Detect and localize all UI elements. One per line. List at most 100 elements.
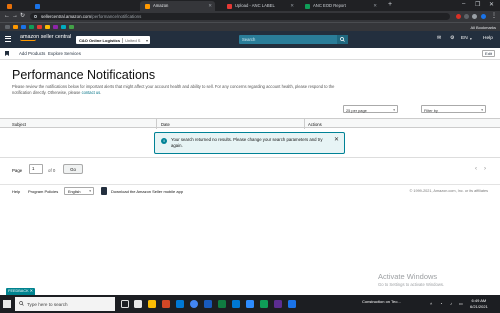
filter-by-select[interactable]: Filter by ▾: [421, 105, 486, 113]
extension-icon[interactable]: [456, 14, 461, 19]
account-switcher[interactable]: C&O Online Logistics United S ▾: [76, 36, 150, 44]
description-text: Please review the notifications below fo…: [12, 84, 335, 95]
profile-avatar-icon[interactable]: [481, 14, 486, 19]
search-box[interactable]: Search: [239, 35, 348, 44]
edge-icon[interactable]: [176, 300, 184, 308]
hamburger-menu-icon[interactable]: [5, 36, 11, 42]
url-path: /performance/notifications: [91, 14, 142, 19]
nav-add-products[interactable]: Add Products: [19, 51, 45, 56]
browser-menu-icon[interactable]: ⋮: [491, 13, 497, 20]
weather-news-widget[interactable]: Construction on Teo...: [362, 299, 401, 304]
close-tab-icon[interactable]: ✕: [373, 3, 377, 9]
bookmark-icon[interactable]: [5, 51, 9, 56]
app-icon[interactable]: [288, 300, 296, 308]
filter-by-value: Filter by: [424, 107, 438, 113]
all-bookmarks-link[interactable]: All Bookmarks: [470, 25, 496, 30]
mobile-app-icon[interactable]: [101, 187, 107, 195]
extension-icon[interactable]: [472, 14, 477, 19]
page-number-input[interactable]: 1: [29, 164, 43, 174]
bookmark-icon[interactable]: [61, 25, 66, 29]
taskbar-clock[interactable]: 6:49 AM 6/21/2021: [470, 298, 488, 309]
browser-tab-active[interactable]: Amazon ✕: [140, 1, 215, 11]
program-policies-link[interactable]: Program Policies: [28, 189, 58, 194]
bookmark-icon[interactable]: [45, 25, 50, 29]
mobile-app-link[interactable]: Download the Amazon Seller mobile app: [111, 189, 183, 194]
chrome-icon[interactable]: [190, 300, 198, 308]
new-tab-icon[interactable]: +: [388, 1, 392, 8]
go-button[interactable]: Go: [63, 164, 83, 174]
bookmark-icon[interactable]: [29, 25, 34, 29]
language-selector[interactable]: EN: [461, 36, 468, 41]
office-icon[interactable]: [162, 300, 170, 308]
zoom-icon[interactable]: [246, 300, 254, 308]
close-window-icon[interactable]: ✕: [489, 1, 494, 8]
bookmark-icon[interactable]: [37, 25, 42, 29]
close-tab-icon[interactable]: ✕: [290, 3, 294, 9]
taskbar-search[interactable]: Type here to search: [15, 297, 115, 311]
restore-icon[interactable]: ❐: [475, 1, 480, 8]
close-tab-icon[interactable]: ✕: [208, 3, 212, 9]
browser-tab[interactable]: Upload - ANC LABEL ✕: [222, 1, 297, 11]
watermark-subtitle: Go to Settings to activate Windows.: [378, 282, 445, 287]
logo-sub-text: seller central: [40, 34, 72, 40]
no-results-alert: i Your search returned no results. Pleas…: [154, 132, 345, 154]
excel-icon[interactable]: [218, 300, 226, 308]
footer-language-select[interactable]: English ▾: [64, 187, 94, 195]
feedback-tab[interactable]: FEEDBACK ✕: [6, 288, 35, 295]
forward-icon[interactable]: →: [12, 13, 18, 20]
account-name: C&O Online Logistics: [79, 37, 121, 43]
search-icon: [340, 37, 345, 42]
battery-icon[interactable]: ▭: [459, 301, 463, 306]
column-actions: Actions: [308, 121, 322, 127]
taskbar-search-input[interactable]: Type here to search: [27, 302, 68, 307]
extension-icon[interactable]: [464, 14, 469, 19]
column-subject[interactable]: Subject: [12, 122, 26, 127]
edit-button[interactable]: Edit: [482, 50, 495, 57]
browser-tab[interactable]: [30, 1, 56, 11]
contact-us-link[interactable]: contact us: [82, 90, 101, 95]
tab-favicon-icon: [7, 4, 12, 9]
browser-tab[interactable]: ANC EOD Report ✕: [300, 1, 380, 11]
alert-message: Your search returned no results. Please …: [171, 137, 323, 148]
prev-page-icon[interactable]: ‹: [475, 166, 477, 172]
bookmark-icon[interactable]: [13, 25, 18, 29]
clock-time: 6:49 AM: [471, 298, 487, 303]
per-page-select[interactable]: 25 per page ▾: [343, 105, 398, 113]
close-icon[interactable]: ✕: [334, 136, 339, 143]
seller-central-logo[interactable]: amazon seller central: [20, 34, 71, 41]
apps-bookmark-icon[interactable]: [5, 25, 10, 29]
task-view-icon[interactable]: [121, 300, 129, 308]
nav-explore-services[interactable]: Explore Services: [48, 51, 81, 56]
browser-tab[interactable]: [2, 1, 28, 11]
bookmark-icon[interactable]: [53, 25, 58, 29]
mail-icon[interactable]: ✉: [437, 36, 441, 41]
network-icon[interactable]: ◔: [440, 301, 442, 306]
app-icon[interactable]: [274, 300, 282, 308]
gear-icon[interactable]: ⚙: [450, 36, 454, 41]
url-field[interactable]: sellercentral.amazon.com/performance/not…: [30, 13, 450, 20]
next-page-icon[interactable]: ›: [484, 166, 486, 172]
amazon-favicon-icon: [145, 4, 150, 9]
sub-navigation: Add Products Explore Services Edit: [0, 48, 500, 60]
search-input[interactable]: Search: [242, 37, 255, 42]
file-explorer-icon[interactable]: [148, 300, 156, 308]
bookmark-icon[interactable]: [21, 25, 26, 29]
column-date[interactable]: Date: [161, 122, 170, 127]
footer-help-link[interactable]: Help: [12, 189, 20, 194]
app-icon[interactable]: [134, 300, 142, 308]
back-icon[interactable]: ←: [4, 13, 10, 20]
search-button[interactable]: [337, 35, 348, 44]
bookmark-icon[interactable]: [69, 25, 74, 29]
mail-app-icon[interactable]: [232, 300, 240, 308]
url-domain: sellercentral.amazon.com: [41, 14, 92, 19]
chevron-down-icon: ▾: [145, 37, 148, 43]
reload-icon[interactable]: ↻: [20, 13, 25, 20]
minimize-icon[interactable]: –: [462, 1, 465, 7]
app-icon[interactable]: [260, 300, 268, 308]
tray-chevron-icon[interactable]: ˄: [430, 301, 432, 306]
word-icon[interactable]: [204, 300, 212, 308]
volume-icon[interactable]: ♪: [450, 301, 452, 306]
help-link[interactable]: Help: [483, 36, 493, 41]
windows-start-icon[interactable]: [3, 300, 11, 308]
activate-windows-watermark: Activate Windows Go to Settings to activ…: [378, 272, 444, 287]
